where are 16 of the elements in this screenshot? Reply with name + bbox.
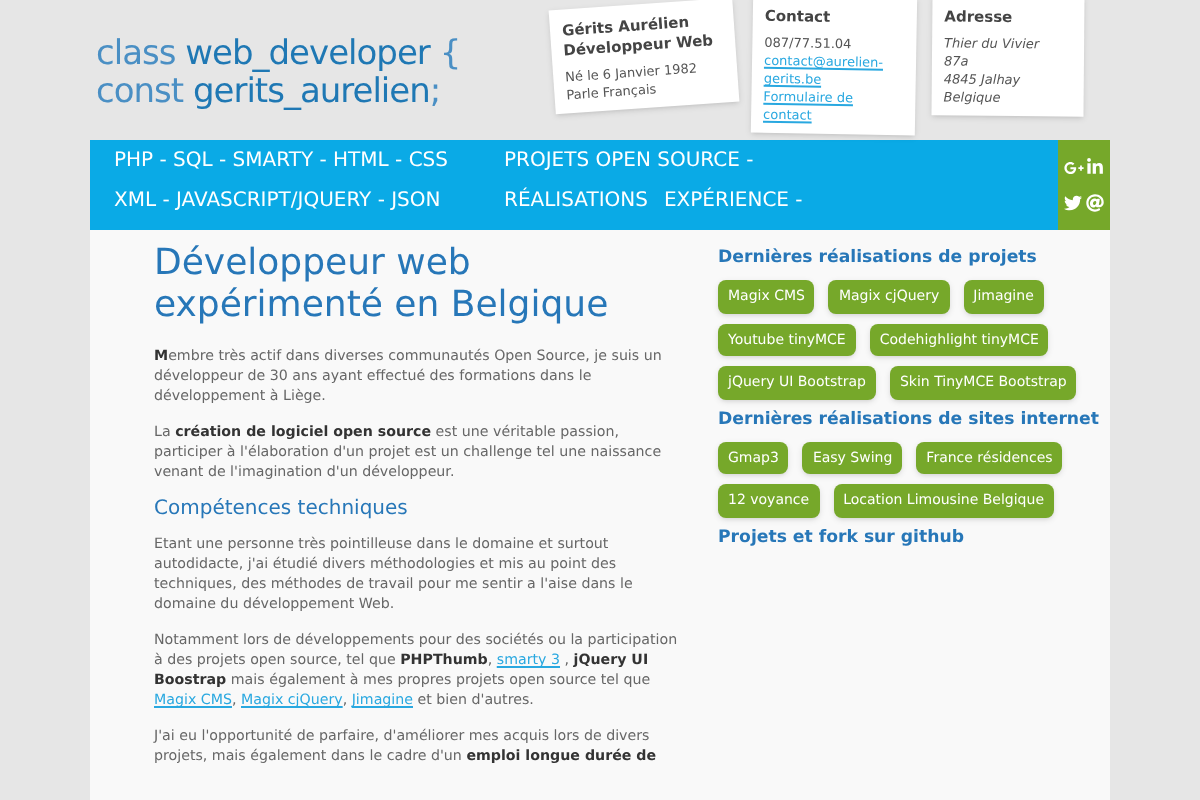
nav-link[interactable]: RÉALISATIONS	[504, 190, 648, 214]
page-title: Développeur web expérimenté en Belgique	[154, 242, 611, 326]
twitter-icon[interactable]	[1064, 194, 1082, 212]
skills-text: XML - JAVASCRIPT/JQUERY - JSON	[114, 190, 443, 214]
google-plus-icon[interactable]	[1063, 158, 1083, 178]
sidebar-heading: Dernières réalisations de sites internet	[718, 407, 1101, 431]
nav-link[interactable]: EXPÉRIENCE -	[663, 190, 803, 214]
section-heading: Compétences techniques	[154, 498, 410, 522]
skills-text: PHP - SQL - SMARTY - HTML - CSS	[114, 150, 448, 174]
sidebar-heading: Dernières réalisations de projets	[718, 246, 1039, 270]
code-line: const gerits_aurelien;	[96, 74, 443, 112]
nav-link[interactable]: PROJETS OPEN SOURCE -	[504, 150, 754, 174]
email-icon[interactable]	[1086, 194, 1104, 212]
sidebar-heading: Projets et fork sur github	[718, 525, 967, 549]
linkedin-icon[interactable]	[1086, 158, 1104, 176]
code-line: class web_developer {	[96, 36, 463, 74]
